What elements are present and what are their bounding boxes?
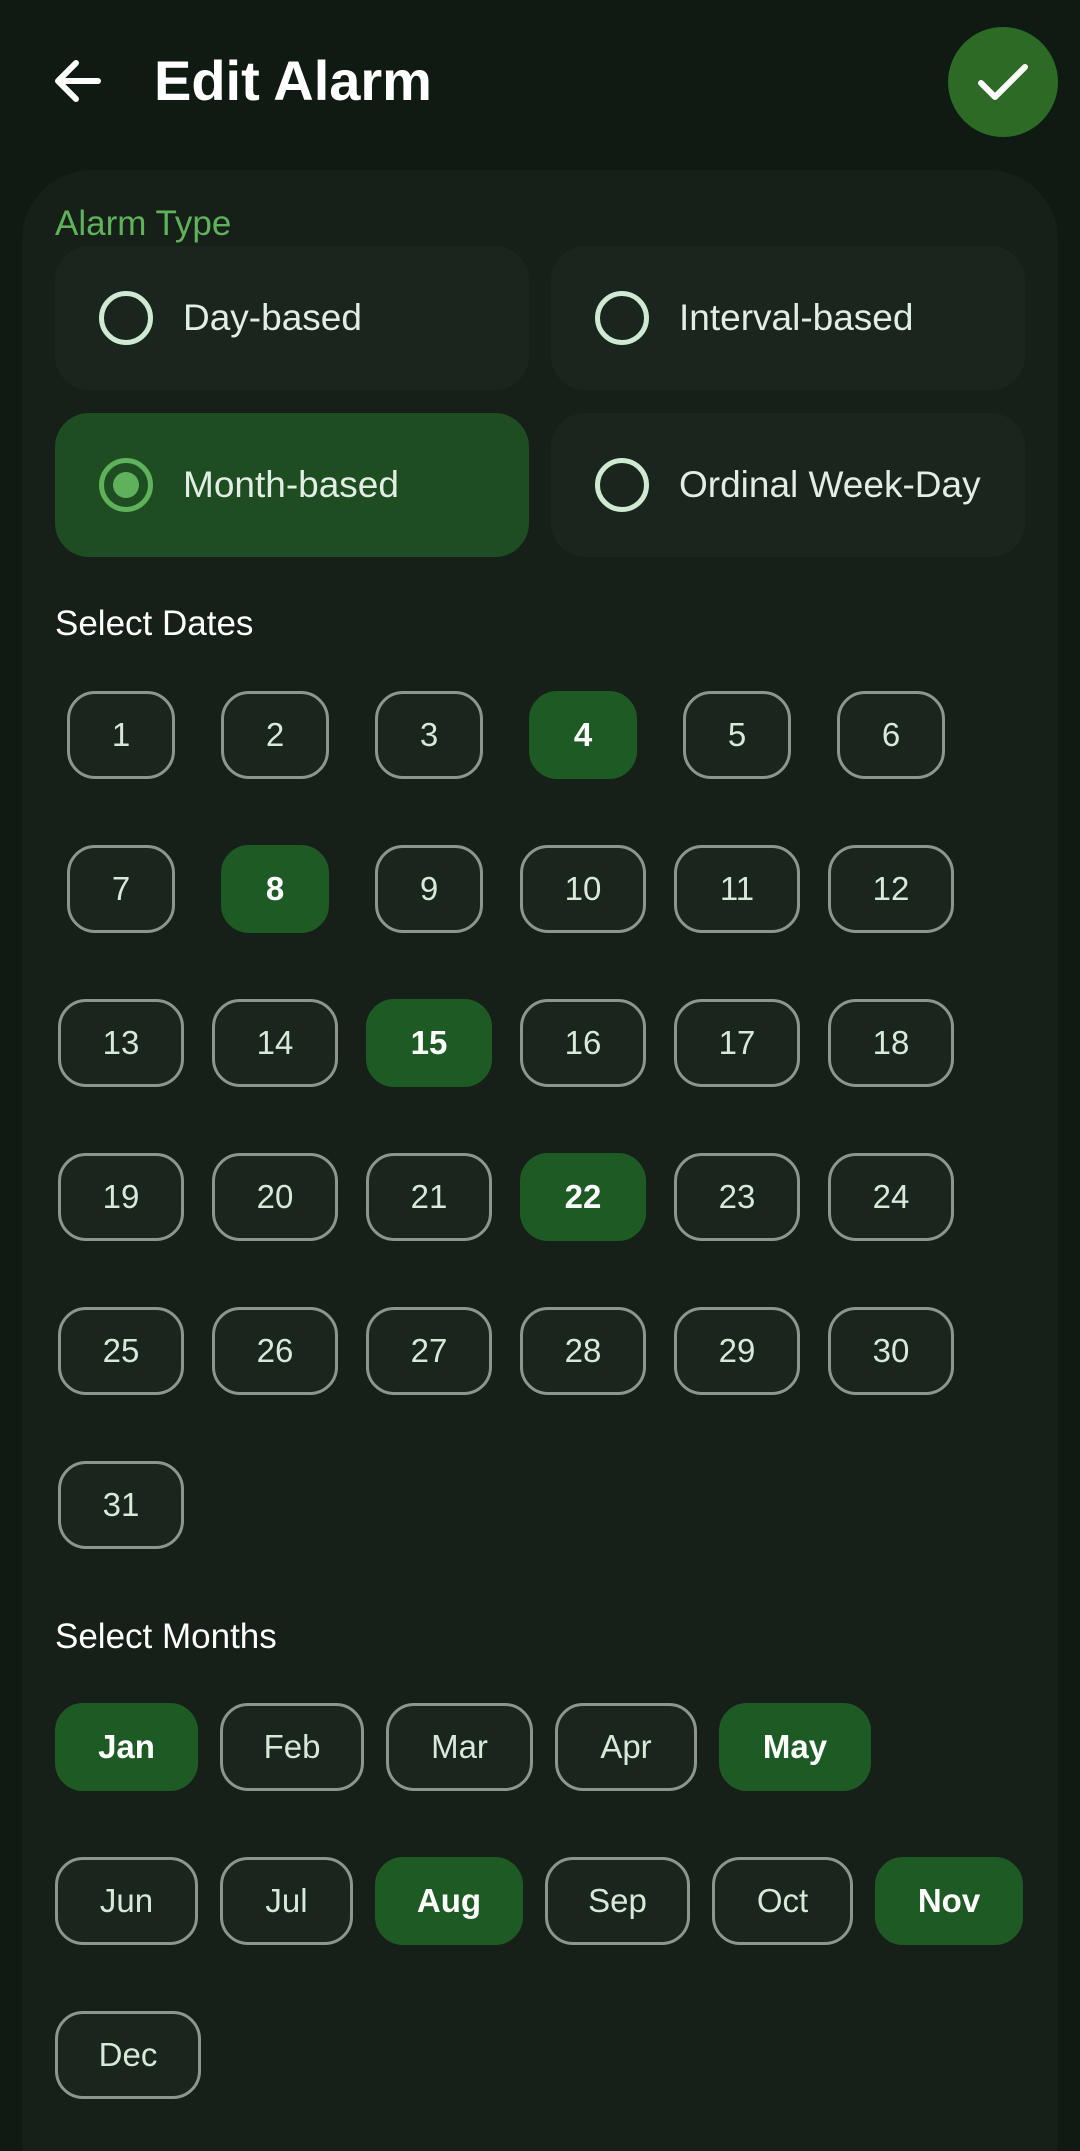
- date-chip-9[interactable]: 9: [375, 845, 483, 933]
- date-chip-30[interactable]: 30: [828, 1307, 954, 1395]
- date-chip-24[interactable]: 24: [828, 1153, 954, 1241]
- date-chip-17[interactable]: 17: [674, 999, 800, 1087]
- month-chip-jan[interactable]: Jan: [55, 1703, 198, 1791]
- month-chip-jun[interactable]: Jun: [55, 1857, 198, 1945]
- option-label: Day-based: [183, 297, 362, 338]
- option-month-based[interactable]: Month-based: [55, 413, 529, 557]
- option-label: Interval-based: [679, 297, 914, 338]
- date-chip-27[interactable]: 27: [366, 1307, 492, 1395]
- date-chip-15[interactable]: 15: [366, 999, 492, 1087]
- month-chip-mar[interactable]: Mar: [386, 1703, 533, 1791]
- date-chip-22[interactable]: 22: [520, 1153, 646, 1241]
- radio-icon: [99, 291, 153, 345]
- month-chip-sep[interactable]: Sep: [545, 1857, 690, 1945]
- date-chip-5[interactable]: 5: [683, 691, 791, 779]
- page-title: Edit Alarm: [154, 49, 432, 112]
- date-chip-19[interactable]: 19: [58, 1153, 184, 1241]
- option-ordinal-week-day[interactable]: Ordinal Week-Day: [551, 413, 1025, 557]
- month-chip-jul[interactable]: Jul: [220, 1857, 353, 1945]
- date-chip-26[interactable]: 26: [212, 1307, 338, 1395]
- date-chip-4[interactable]: 4: [529, 691, 637, 779]
- option-label: Month-based: [183, 464, 399, 505]
- back-button[interactable]: [44, 44, 110, 118]
- date-chip-3[interactable]: 3: [375, 691, 483, 779]
- radio-selected-icon: [99, 458, 153, 512]
- date-chip-2[interactable]: 2: [221, 691, 329, 779]
- date-chip-23[interactable]: 23: [674, 1153, 800, 1241]
- month-chip-may[interactable]: May: [719, 1703, 871, 1791]
- radio-icon: [595, 458, 649, 512]
- date-chip-11[interactable]: 11: [674, 845, 800, 933]
- option-interval-based[interactable]: Interval-based: [551, 246, 1025, 390]
- alarm-type-label: Alarm Type: [55, 204, 232, 243]
- date-chip-12[interactable]: 12: [828, 845, 954, 933]
- date-chip-20[interactable]: 20: [212, 1153, 338, 1241]
- radio-icon: [595, 291, 649, 345]
- month-chip-nov[interactable]: Nov: [875, 1857, 1023, 1945]
- month-chip-feb[interactable]: Feb: [220, 1703, 364, 1791]
- month-chip-oct[interactable]: Oct: [712, 1857, 853, 1945]
- edit-alarm-screen: Edit Alarm Alarm Type Day-based Interval…: [0, 0, 1080, 2151]
- date-chip-31[interactable]: 31: [58, 1461, 184, 1549]
- date-chip-13[interactable]: 13: [58, 999, 184, 1087]
- date-chip-29[interactable]: 29: [674, 1307, 800, 1395]
- date-chip-10[interactable]: 10: [520, 845, 646, 933]
- top-app-bar: Edit Alarm: [0, 0, 1080, 163]
- month-chip-aug[interactable]: Aug: [375, 1857, 523, 1945]
- date-chip-28[interactable]: 28: [520, 1307, 646, 1395]
- date-chip-21[interactable]: 21: [366, 1153, 492, 1241]
- date-chip-16[interactable]: 16: [520, 999, 646, 1087]
- check-icon: [978, 64, 1028, 100]
- date-chip-25[interactable]: 25: [58, 1307, 184, 1395]
- date-chip-1[interactable]: 1: [67, 691, 175, 779]
- date-chip-14[interactable]: 14: [212, 999, 338, 1087]
- date-chip-6[interactable]: 6: [837, 691, 945, 779]
- arrow-left-icon: [55, 60, 101, 102]
- month-chip-dec[interactable]: Dec: [55, 2011, 201, 2099]
- option-day-based[interactable]: Day-based: [55, 246, 529, 390]
- select-months-label: Select Months: [55, 1617, 277, 1656]
- month-chip-apr[interactable]: Apr: [555, 1703, 697, 1791]
- option-label: Ordinal Week-Day: [679, 464, 981, 505]
- radio-dot: [113, 472, 139, 498]
- select-dates-label: Select Dates: [55, 604, 254, 643]
- date-chip-18[interactable]: 18: [828, 999, 954, 1087]
- date-chip-8[interactable]: 8: [221, 845, 329, 933]
- date-chip-7[interactable]: 7: [67, 845, 175, 933]
- save-button[interactable]: [948, 27, 1058, 137]
